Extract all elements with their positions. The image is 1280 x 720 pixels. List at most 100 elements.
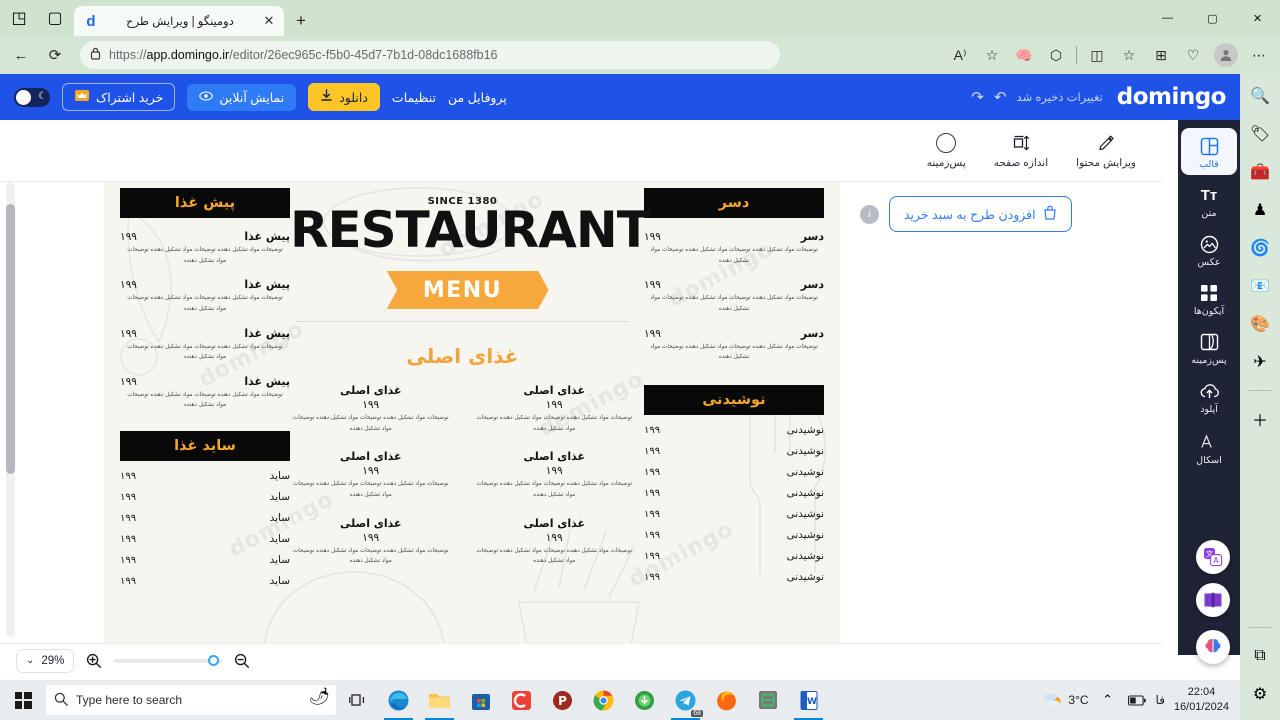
telegram-icon[interactable]: ✈ — [1246, 348, 1274, 376]
canvas-vertical-scrollbar[interactable] — [6, 182, 15, 637]
split-pane-icon[interactable]: ▢ — [42, 5, 68, 31]
redo-icon[interactable]: ↷ — [971, 88, 984, 106]
more-options-icon[interactable]: ⋯ — [1244, 40, 1274, 70]
main-dish-item[interactable]: غذای اصلی ۱۹۹ توضیحات مواد تشکیل دهنده ت… — [290, 517, 452, 567]
read-aloud-icon[interactable]: A⁾ — [945, 40, 975, 70]
drink-row[interactable]: نوشیدنی ۱۹۹ — [644, 508, 824, 520]
favorites-list-icon[interactable]: ☆ — [1114, 40, 1144, 70]
show-hidden-icons-chevron[interactable]: ⌃ — [1098, 690, 1118, 710]
weather-widget[interactable]: 3°C — [1043, 691, 1089, 710]
main-dish-item[interactable]: غذای اصلی ۱۹۹ توضیحات مواد تشکیل دهنده ت… — [474, 450, 636, 500]
zoom-slider[interactable] — [114, 654, 223, 666]
minimize-button[interactable]: — — [1145, 2, 1190, 34]
tool-page-size[interactable]: اندازه صفحه — [982, 127, 1060, 174]
rail-item-template[interactable]: قالب — [1181, 128, 1237, 175]
taskbar-clock[interactable]: 22:04 16/01/2024 — [1174, 685, 1229, 715]
main-dishes-heading[interactable]: غذای اصلی — [290, 344, 635, 368]
rail-item-image[interactable]: عکس — [1181, 226, 1237, 273]
undo-icon[interactable]: ↶ — [994, 88, 1007, 106]
design-canvas[interactable]: domingo domingo domingo domingo domingo … — [104, 182, 840, 643]
main-dish-item[interactable]: غذای اصلی ۱۹۹ توضیحات مواد تشکیل دهنده ت… — [290, 450, 452, 500]
dish-item[interactable]: دسر ۱۹۹ توضیحات مواد تشکیل دهنده توضیحات… — [644, 327, 824, 363]
maximize-button[interactable]: ▢ — [1190, 2, 1235, 34]
split-screen-icon[interactable]: ◫ — [1082, 40, 1112, 70]
menu-page[interactable]: domingo domingo domingo domingo domingo … — [104, 182, 840, 643]
browser-essentials-icon[interactable]: ♡ — [1178, 40, 1208, 70]
rail-item-text[interactable]: Tт متن — [1181, 177, 1237, 224]
side-row[interactable]: ساید ۱۹۹ — [120, 533, 290, 545]
taskbar-app-photoscape[interactable]: P — [542, 680, 583, 720]
favorites-star-icon[interactable]: ☆ — [977, 40, 1007, 70]
dish-item[interactable]: پیش غذا ۱۹۹ توضیحات مواد تشکیل دهنده توض… — [120, 230, 290, 266]
side-row[interactable]: ساید ۱۹۹ — [120, 470, 290, 482]
taskbar-app-microsoft-store[interactable] — [460, 680, 501, 720]
taskbar-app-camtasia[interactable] — [501, 680, 542, 720]
taskbar-search-input[interactable]: Type here to search 🌶 — [46, 685, 336, 715]
task-view-button[interactable] — [336, 680, 378, 720]
start-button[interactable] — [0, 680, 46, 720]
tab-groups-icon[interactable]: ◳ — [6, 5, 32, 31]
taskbar-app-word[interactable]: W — [788, 680, 829, 720]
zoom-slider-knob[interactable] — [208, 654, 220, 666]
games-icon[interactable]: ♟ — [1246, 196, 1274, 224]
zoom-in-icon[interactable] — [86, 653, 102, 669]
drink-row[interactable]: نوشیدنی ۱۹۹ — [644, 445, 824, 457]
dish-item[interactable]: دسر ۱۹۹ توضیحات مواد تشکیل دهنده توضیحات… — [644, 230, 824, 266]
collections-icon[interactable]: ⊞ — [1146, 40, 1176, 70]
taskbar-app-file-explorer[interactable] — [419, 680, 460, 720]
reload-icon[interactable]: ⟳ — [40, 40, 70, 70]
rail-item-upload[interactable]: آپلود — [1181, 373, 1237, 420]
side-row[interactable]: ساید ۱۹۹ — [120, 575, 290, 587]
side-row[interactable]: ساید ۱۹۹ — [120, 554, 290, 566]
taskbar-app-telegram[interactable]: 68 — [665, 680, 706, 720]
extensions-icon[interactable]: ⬡ — [1041, 40, 1071, 70]
search-icon[interactable]: 🔍 — [1246, 82, 1274, 110]
drink-row[interactable]: نوشیدنی ۱۹۹ — [644, 550, 824, 562]
domingo-logo[interactable]: domingo — [1117, 84, 1227, 110]
download-button[interactable]: دانلود — [308, 83, 380, 111]
drink-row[interactable]: نوشیدنی ۱۹۹ — [644, 487, 824, 499]
close-window-button[interactable]: ✕ — [1235, 2, 1280, 34]
dish-item[interactable]: دسر ۱۹۹ توضیحات مواد تشکیل دهنده توضیحات… — [644, 278, 824, 314]
rail-item-scale[interactable]: اسکال — [1181, 424, 1237, 471]
dish-item[interactable]: پیش غذا ۱۹۹ توضیحات مواد تشکیل دهنده توض… — [120, 375, 290, 411]
open-in-new-icon[interactable]: ⧉ — [1246, 642, 1274, 670]
tool-edit-content[interactable]: ویرایش محتوا — [1064, 127, 1148, 174]
main-dish-item[interactable]: غذای اصلی ۱۹۹ توضیحات مواد تشکیل دهنده ت… — [290, 384, 452, 434]
copilot-icon[interactable]: 🧠 — [1009, 40, 1039, 70]
tools-briefcase-icon[interactable]: 🧰 — [1246, 158, 1274, 186]
settings-gear-icon[interactable]: ⚙ — [1246, 680, 1274, 708]
scrollbar-thumb[interactable] — [6, 204, 15, 474]
side-row[interactable]: ساید ۱۹۹ — [120, 512, 290, 524]
microsoft-365-icon[interactable]: 🌀 — [1246, 234, 1274, 262]
browser-tab[interactable]: d دومینگو | ویرایش طرح ✕ — [74, 6, 284, 36]
outlook-icon[interactable]: 📧 — [1246, 272, 1274, 300]
drink-row[interactable]: نوشیدنی ۱۹۹ — [644, 466, 824, 478]
tab-close-icon[interactable]: ✕ — [260, 12, 278, 30]
book-bubble-icon[interactable] — [1196, 583, 1230, 617]
rail-item-background[interactable]: پس‌زمینه — [1181, 324, 1237, 371]
side-row[interactable]: ساید ۱۹۹ — [120, 491, 290, 503]
avatar[interactable] — [1214, 43, 1238, 67]
profile-link[interactable]: پروفایل من — [448, 90, 507, 105]
main-dish-item[interactable]: غذای اصلی ۱۹۹ توضیحات مواد تشکیل دهنده ت… — [474, 517, 636, 567]
restaurant-title[interactable]: RESTAURANT — [290, 205, 651, 255]
subscribe-button[interactable]: خرید اشتراک — [62, 83, 176, 111]
zoom-level-select[interactable]: ⌄ 29% — [16, 648, 75, 673]
dish-item[interactable]: پیش غذا ۱۹۹ توضیحات مواد تشکیل دهنده توض… — [120, 327, 290, 363]
taskbar-app-firefox[interactable] — [706, 680, 747, 720]
taskbar-app-evernote[interactable] — [747, 680, 788, 720]
theme-toggle[interactable]: ☾ — [14, 87, 50, 107]
tool-background[interactable]: پس‌زمینه — [915, 127, 978, 174]
add-to-cart-button[interactable]: افزودن طرح به سبد خرید — [889, 196, 1072, 232]
zoom-out-icon[interactable] — [234, 653, 250, 669]
main-dish-item[interactable]: غذای اصلی ۱۹۹ توضیحات مواد تشکیل دهنده ت… — [474, 384, 636, 434]
taskbar-app-idm[interactable] — [624, 680, 665, 720]
settings-link[interactable]: تنظیمات — [392, 90, 436, 105]
ai-brain-bubble-icon[interactable] — [1196, 630, 1230, 664]
menu-ribbon[interactable]: MENU — [377, 271, 549, 309]
online-preview-button[interactable]: نمایش آنلاین — [187, 83, 297, 111]
drink-row[interactable]: نوشیدنی ۱۹۹ — [644, 529, 824, 541]
taskbar-app-chrome[interactable] — [583, 680, 624, 720]
image-creator-icon[interactable]: 🎨 — [1246, 310, 1274, 338]
